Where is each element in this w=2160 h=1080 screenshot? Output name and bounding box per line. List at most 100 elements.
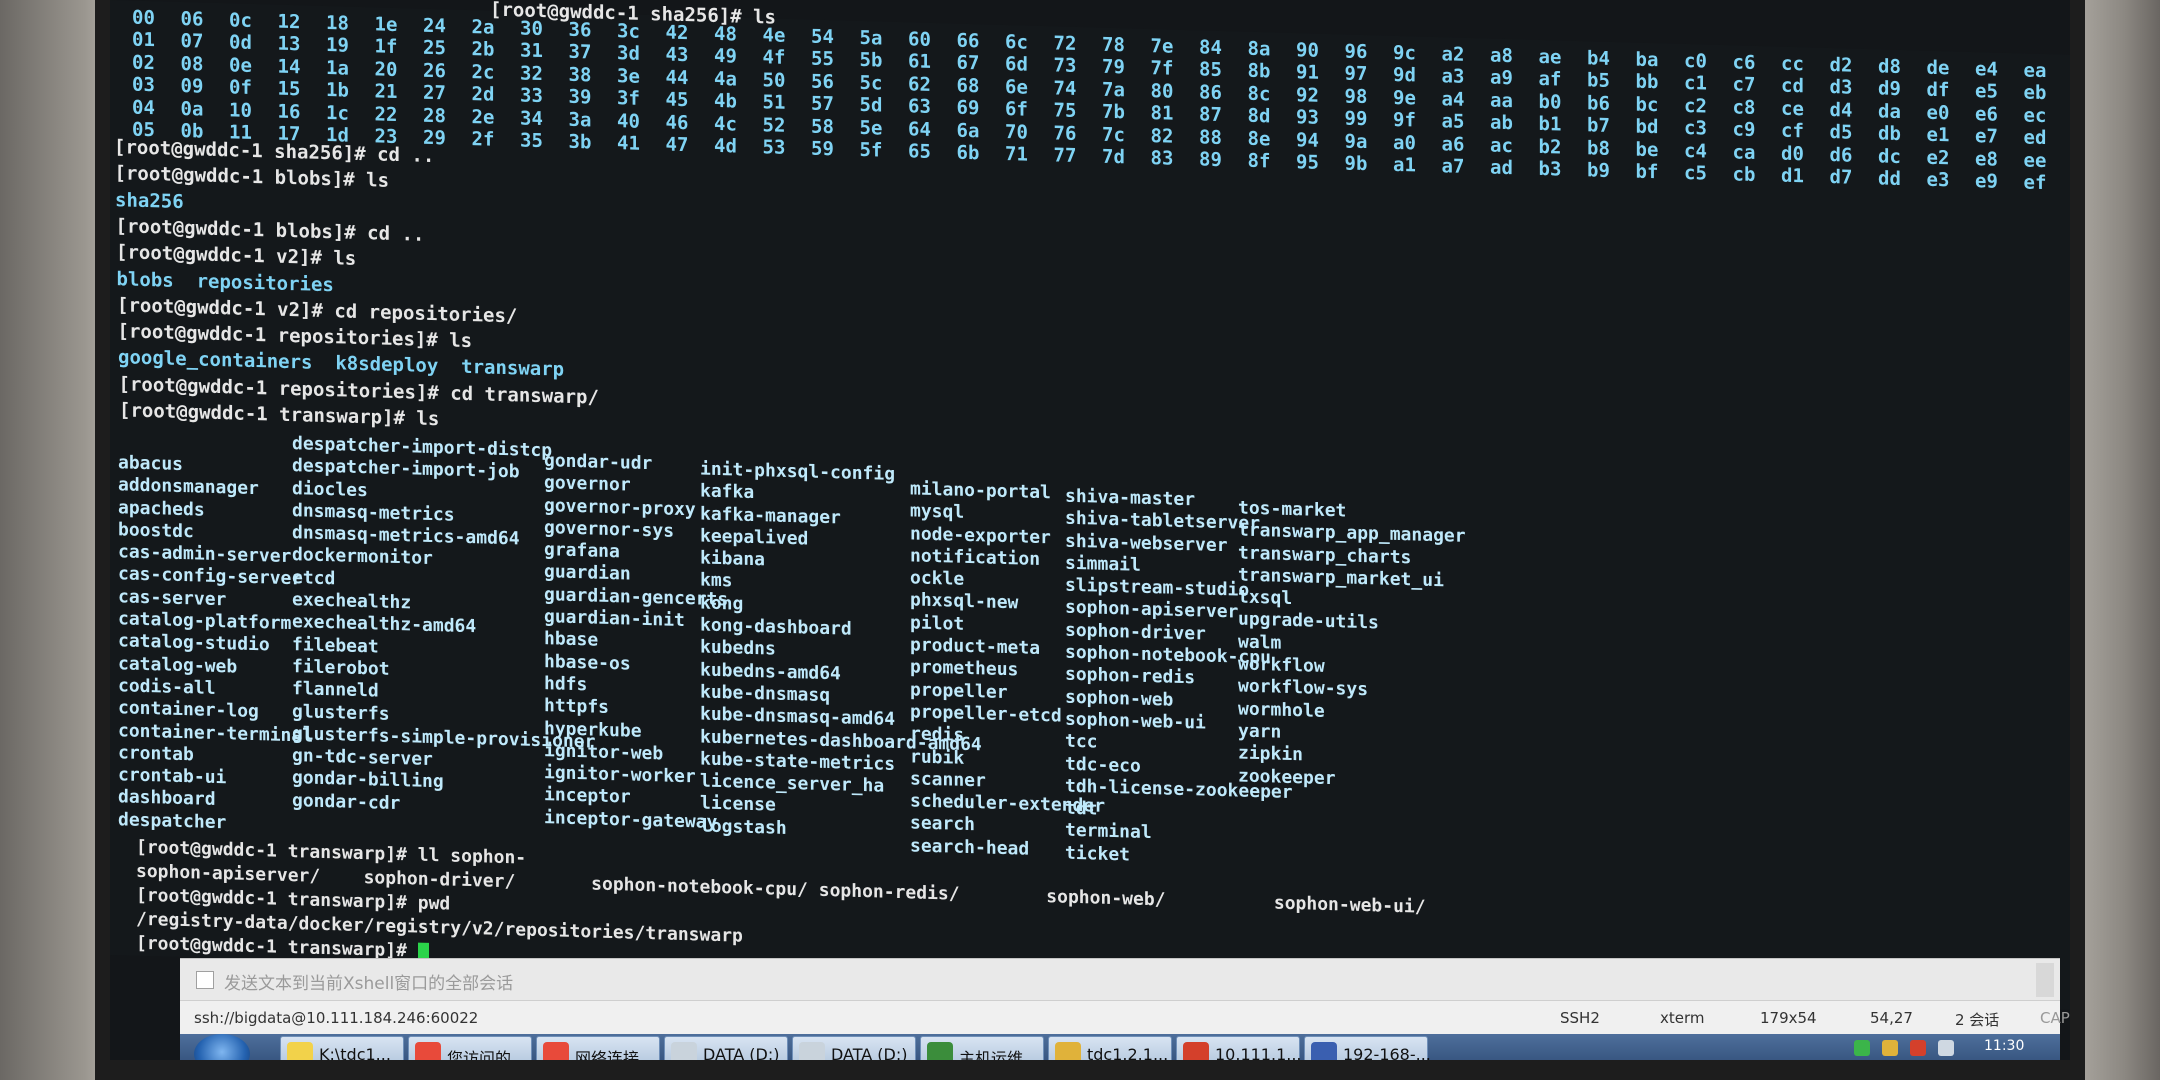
hex-dir-entry: 42 xyxy=(665,21,689,45)
hex-dir-entry: cb xyxy=(1732,163,1756,186)
hex-dir-entry: 90 xyxy=(1296,39,1319,62)
hex-dir-entry: e3 xyxy=(1926,168,1950,192)
compose-scrollbar[interactable] xyxy=(2036,963,2054,997)
taskbar-window-button[interactable]: 主机运维... xyxy=(920,1036,1044,1060)
hex-dir-entry: 4c xyxy=(714,112,737,136)
taskbar-window-button[interactable]: 192-168-... xyxy=(1304,1036,1431,1060)
hex-dir-entry: c5 xyxy=(1684,161,1707,185)
terminal-command-line: [root@gwddc-1 transwarp]# ls xyxy=(119,399,440,431)
tray-network-icon[interactable] xyxy=(1854,1040,1870,1056)
hex-dir-entry: 80 xyxy=(1150,79,1174,103)
hex-dir-entry: eb xyxy=(2023,81,2047,105)
hex-dir-entry: 4b xyxy=(714,90,737,113)
compose-bar[interactable]: 发送文本到当前Xshell窗口的全部会话 xyxy=(180,958,2060,1001)
session-count: 2 会话 xyxy=(1955,1011,2000,1029)
hex-dir-entry: d2 xyxy=(1829,54,1853,77)
hex-dir-entry: d7 xyxy=(1829,166,1853,189)
hex-dir-entry: 4a xyxy=(714,67,737,91)
taskbar-window-button[interactable]: DATA (D:) xyxy=(792,1036,916,1060)
hex-dir-entry: 7a xyxy=(1102,78,1125,102)
terminal-type: xterm xyxy=(1660,1009,1705,1027)
hex-dir-entry: d5 xyxy=(1829,121,1853,144)
hex-dir-entry: 5d xyxy=(859,94,883,117)
hex-dir-entry: 02 xyxy=(132,51,155,75)
app-icon xyxy=(1183,1042,1209,1060)
terminal-output[interactable]: [root@gwddc-1 sha256]# ls 00 06 0c 12 18 1e 24… xyxy=(110,0,2070,1010)
taskbar-window-button[interactable]: DATA (D:) xyxy=(664,1036,788,1060)
hex-dir-entry: b9 xyxy=(1587,159,1610,182)
hex-dir-entry: 7d xyxy=(1102,145,1125,169)
hex-dir-entry: e1 xyxy=(1926,123,1950,147)
hex-dir-entry: 69 xyxy=(956,96,980,120)
hex-dir-entry: dc xyxy=(1878,144,1901,168)
hex-dir-entry: 08 xyxy=(180,52,204,76)
hex-dir-entry: 7c xyxy=(1102,123,1125,146)
hex-dir-entry: 8e xyxy=(1247,127,1271,151)
taskbar-window-button[interactable]: 您访问的... xyxy=(408,1036,532,1060)
hex-dir-entry: de xyxy=(1926,56,1950,80)
tray-volume-icon[interactable] xyxy=(1938,1040,1954,1056)
hex-dir-entry: 6a xyxy=(956,119,980,142)
hex-dir-entry: d1 xyxy=(1781,164,1804,188)
hex-dir-entry: d3 xyxy=(1829,76,1853,100)
hex-dir-entry: 54 xyxy=(811,25,834,49)
hex-dir-entry: 92 xyxy=(1296,83,1319,107)
status-bar: ssh://bigdata@10.111.184.246:60022 SSH2 … xyxy=(180,1000,2070,1035)
compose-checkbox[interactable] xyxy=(196,971,214,989)
hex-dir-entry: 61 xyxy=(908,50,931,74)
hex-dir-entry: b4 xyxy=(1587,47,1610,70)
terminal-size: 179x54 xyxy=(1760,1009,1817,1027)
hex-dir-entry: b1 xyxy=(1538,113,1562,136)
tray-security-icon[interactable] xyxy=(1882,1040,1898,1056)
hex-dir-entry: a2 xyxy=(1441,43,1465,66)
hex-dir-entry: c8 xyxy=(1732,96,1756,119)
hex-dir-entry: d6 xyxy=(1829,143,1853,167)
hex-dir-entry: d9 xyxy=(1878,77,1901,101)
hex-dir-entry: 87 xyxy=(1199,103,1222,127)
hex-dir-entry: 94 xyxy=(1296,128,1319,152)
hex-dir-entry: 33 xyxy=(520,84,543,108)
hex-dir-entry: 51 xyxy=(762,91,786,115)
hex-dir-entry: cc xyxy=(1781,52,1804,76)
hex-dir-entry: 06 xyxy=(180,7,204,31)
hex-dir-entry: 12 xyxy=(277,10,301,34)
hex-dir-entry: 09 xyxy=(180,75,204,98)
taskbar-window-button[interactable]: 网络连接... xyxy=(536,1036,660,1060)
hex-dir-entry: 3f xyxy=(617,87,640,110)
hex-dir-entry: 46 xyxy=(665,111,689,134)
hex-dir-entry: 9c xyxy=(1393,41,1416,65)
hex-dir-entry: 16 xyxy=(277,100,301,123)
connection-address: ssh://bigdata@10.111.184.246:60022 xyxy=(194,1009,479,1027)
hex-dir-entry: 7b xyxy=(1102,100,1125,124)
app-icon xyxy=(799,1042,825,1060)
terminal-command-line: [root@gwddc-1 blobs]# ls xyxy=(114,162,390,193)
hex-dir-entry: 27 xyxy=(423,81,446,105)
taskbar-window-button[interactable]: K:\tdc1... xyxy=(280,1036,404,1060)
hex-dir-entry: 10 xyxy=(229,98,252,122)
tray-alert-icon[interactable] xyxy=(1910,1040,1926,1056)
hex-dir-entry: 2a xyxy=(471,16,495,39)
cursor-position: 54,27 xyxy=(1870,1009,1913,1027)
hex-dir-entry: e8 xyxy=(1975,147,1998,171)
hex-dir-entry: 8c xyxy=(1247,82,1271,106)
caps-num-indicator: CAP NUM xyxy=(2040,1009,2070,1027)
taskbar-window-button[interactable]: 10.111.1... xyxy=(1176,1036,1302,1060)
taskbar-window-button[interactable]: tdc1.2.1... xyxy=(1048,1036,1172,1060)
app-icon xyxy=(287,1042,313,1060)
start-button[interactable] xyxy=(194,1034,250,1060)
hex-dir-entry: 68 xyxy=(956,74,980,98)
hex-dir-entry: 03 xyxy=(132,73,155,97)
hex-dir-entry: 83 xyxy=(1150,147,1174,170)
hex-dir-entry: 26 xyxy=(423,59,446,83)
system-tray[interactable]: 11:30 xyxy=(1834,1038,2054,1060)
hex-dir-entry: 2e xyxy=(471,105,495,129)
hex-dir-entry: be xyxy=(1635,138,1659,161)
hex-dir-entry: a7 xyxy=(1441,155,1465,178)
tray-clock[interactable]: 11:30 xyxy=(1984,1038,2024,1054)
taskbar-window-label: 主机运维... xyxy=(959,1049,1039,1060)
hex-dir-entry: 93 xyxy=(1296,106,1319,129)
hex-dir-entry: bb xyxy=(1635,71,1659,94)
taskbar-window-label: 192-168-... xyxy=(1343,1045,1431,1060)
terminal-output-line: blobs repositories xyxy=(116,267,334,296)
taskbar-window-label: 10.111.1... xyxy=(1215,1045,1302,1060)
